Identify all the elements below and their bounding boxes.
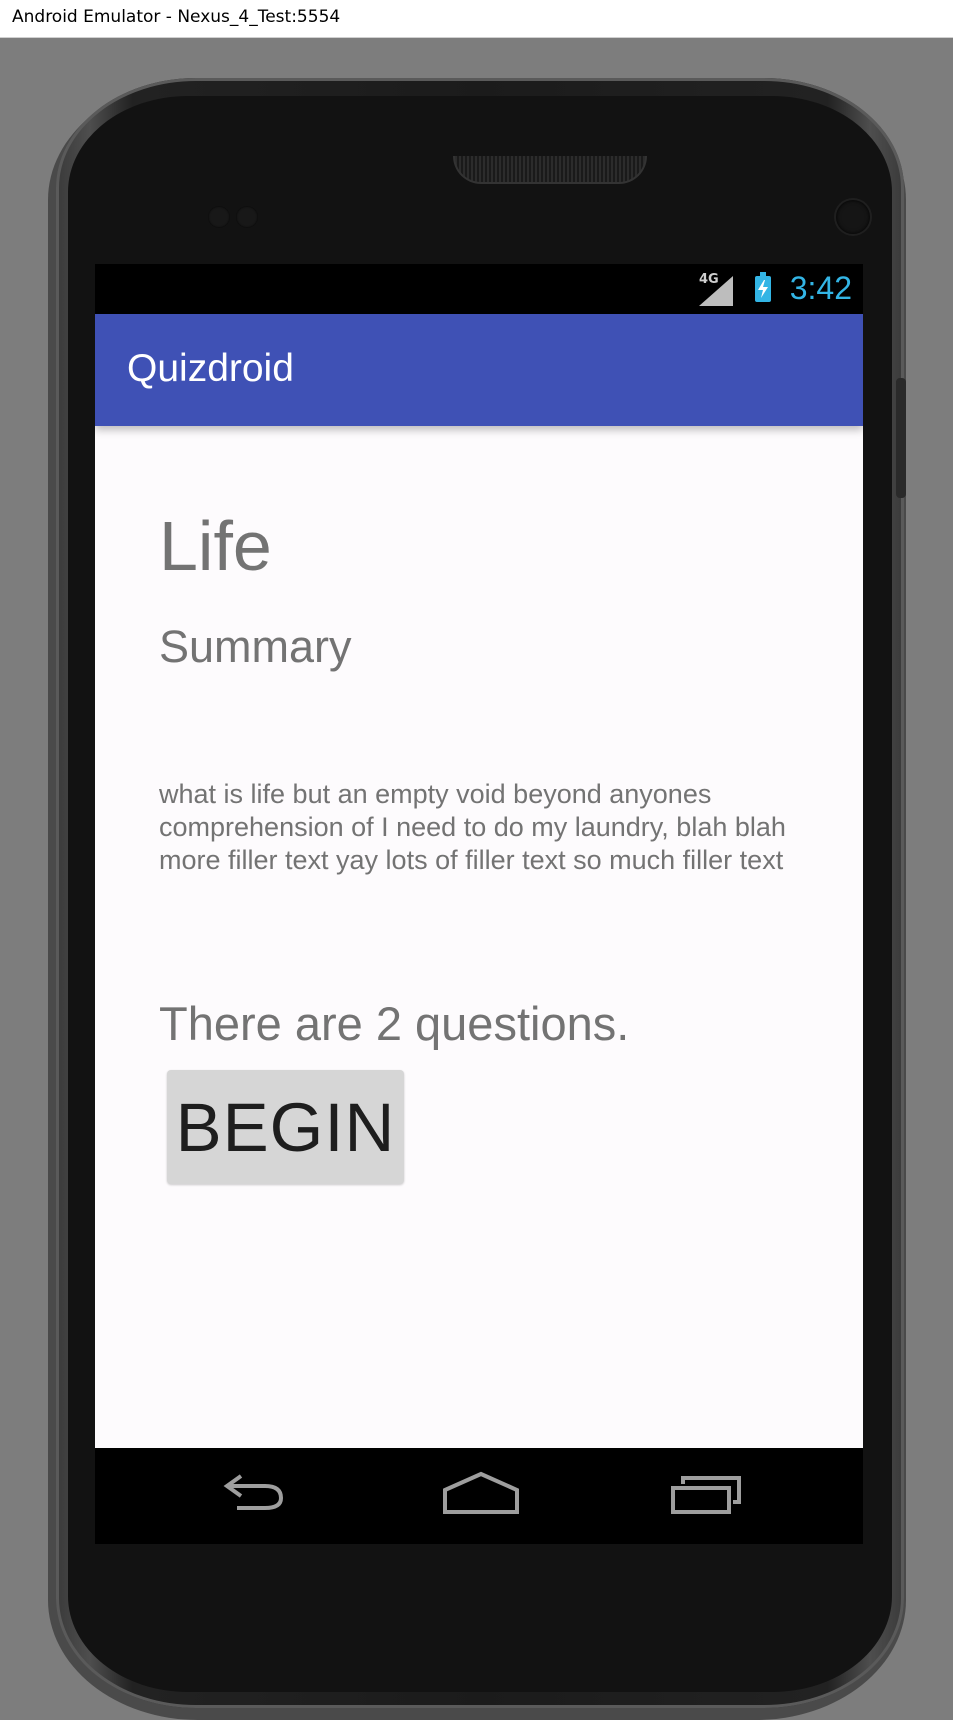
begin-button[interactable]: BEGIN bbox=[167, 1070, 404, 1184]
sensor-dot bbox=[236, 206, 258, 228]
app-title: Quizdroid bbox=[127, 347, 294, 390]
signal-indicator: 4G bbox=[699, 272, 735, 306]
recent-apps-icon bbox=[671, 1476, 741, 1514]
recent-apps-button[interactable] bbox=[667, 1470, 747, 1522]
home-icon bbox=[443, 1471, 519, 1514]
navigation-bar bbox=[95, 1448, 863, 1544]
begin-button-label: BEGIN bbox=[175, 1088, 396, 1166]
front-camera bbox=[836, 200, 870, 234]
action-bar: Quizdroid bbox=[95, 314, 863, 426]
earpiece-speaker bbox=[453, 156, 647, 184]
proximity-sensors bbox=[208, 206, 258, 228]
home-button[interactable] bbox=[441, 1470, 521, 1522]
sensor-dot bbox=[208, 206, 230, 228]
window-title: Android Emulator - Nexus_4_Test:5554 bbox=[12, 7, 341, 27]
status-clock: 3:42 bbox=[789, 270, 852, 306]
network-type-label: 4G bbox=[699, 272, 719, 287]
summary-heading: Summary bbox=[159, 621, 352, 672]
question-count-text: There are 2 questions. bbox=[159, 997, 630, 1050]
back-arrow-icon bbox=[223, 1474, 284, 1510]
topic-title: Life bbox=[159, 507, 272, 585]
window-titlebar: Android Emulator - Nexus_4_Test:5554 bbox=[0, 0, 953, 38]
back-button[interactable] bbox=[215, 1470, 295, 1522]
topic-description: what is life but an empty void beyond an… bbox=[159, 779, 786, 875]
battery-charging-icon bbox=[755, 272, 771, 302]
device-screen: 4G 3:42 Quizdroid Life Summary what is l… bbox=[95, 264, 863, 1544]
power-button[interactable] bbox=[896, 378, 906, 498]
emulator-area: 4G 3:42 Quizdroid Life Summary what is l… bbox=[0, 38, 953, 1720]
status-bar: 4G 3:42 bbox=[95, 264, 863, 314]
